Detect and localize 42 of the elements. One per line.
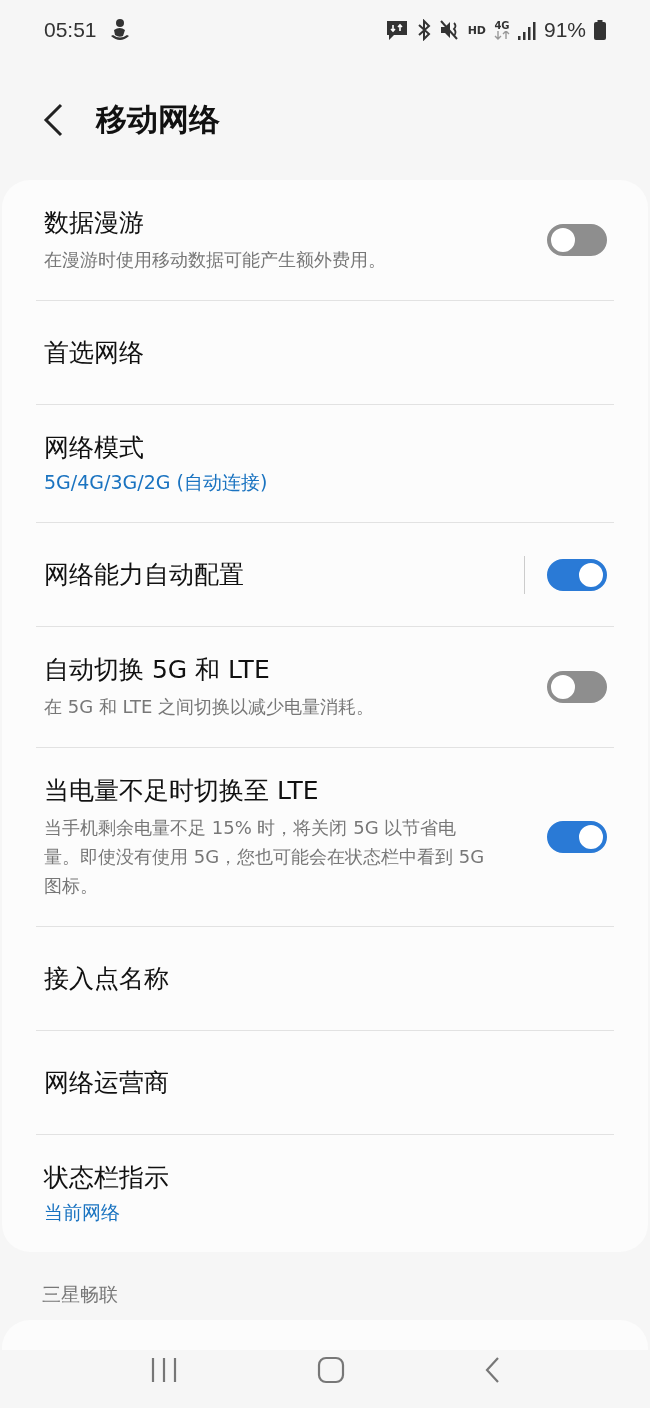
home-icon[interactable] [317,1356,345,1384]
toggle-switch[interactable] [547,558,607,591]
message-icon [385,19,408,41]
toggle-switch[interactable] [547,821,607,853]
settings-item[interactable]: 当电量不足时切换至 LTE 当手机剩余电量不足 15% 时，将关闭 5G 以节省电量。即使没有使用 5G，您也可能会在状态栏中看到 5G 图标。 [36,748,614,926]
setting-summary: 当手机剩余电量不足 15% 时，将关闭 5G 以节省电量。即使没有使用 5G，您也可能会在状态栏中看到 5G 图标。 [44,816,486,898]
setting-title: 自动切换 5G 和 LTE [44,654,271,686]
setting-title: 接入点名称 [44,963,170,995]
setting-title: 状态栏指示 [44,1162,170,1194]
settings-item[interactable]: 网络能力自动配置 [36,523,614,626]
setting-summary: 在 5G 和 LTE 之间切换以减少电量消耗。 [44,695,376,719]
setting-title: 网络运营商 [44,1067,170,1099]
page-title: 移动网络 [96,100,220,139]
setting-title: 数据漫游 [44,207,145,239]
recent-apps-icon[interactable] [149,1357,178,1383]
status-time: 05:51 [44,18,97,42]
settings-item[interactable]: 自动切换 5G 和 LTE 在 5G 和 LTE 之间切换以减少电量消耗。 [36,627,614,747]
signal-icon [517,20,536,40]
setting-value: 当前网络 [44,1200,121,1225]
battery-percent: 91% [543,18,586,42]
battery-icon [594,20,606,40]
setting-title: 网络能力自动配置 [44,559,245,591]
back-icon[interactable] [42,103,64,137]
settings-item[interactable]: 数据漫游 在漫游时使用移动数据可能产生额外费用。 [36,180,614,300]
settings-item[interactable]: 网络运营商 [36,1031,614,1134]
back-nav-icon[interactable] [484,1357,501,1383]
toggle-switch[interactable] [547,671,607,703]
settings-item[interactable]: 接入点名称 [36,927,614,1030]
toggle-switch[interactable] [547,224,607,256]
setting-summary: 在漫游时使用移动数据可能产生额外费用。 [44,248,387,272]
setting-title: 当电量不足时切换至 LTE [44,775,320,807]
setting-title: 网络模式 [44,432,145,464]
setting-title: 首选网络 [44,337,145,369]
settings-item[interactable]: 首选网络 [36,301,614,404]
settings-item[interactable]: 状态栏指示 当前网络 [36,1135,614,1252]
settings-item[interactable]: 网络模式 5G/4G/3G/2G (自动连接) [36,405,614,522]
section-header: 三星畅联 [41,1282,118,1307]
hd-indicator: HD [467,23,486,37]
setting-value: 5G/4G/3G/2G (自动连接) [44,470,269,495]
network-type: 4G [494,20,510,31]
mute-icon [439,19,460,41]
data-arrows-icon [493,31,510,40]
